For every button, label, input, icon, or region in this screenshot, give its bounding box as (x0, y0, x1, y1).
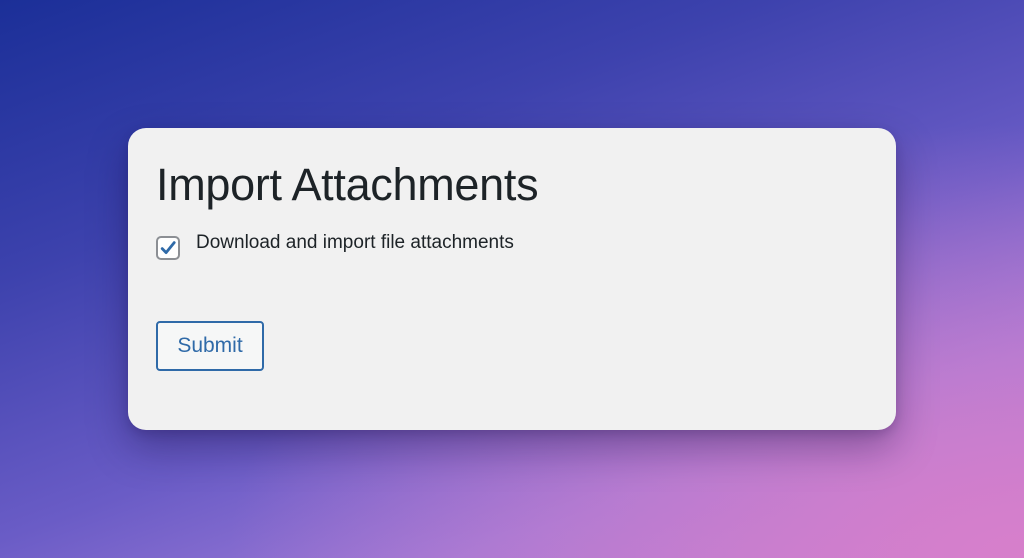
import-attachments-card: Import Attachments Download and import f… (128, 128, 896, 430)
checkbox-label[interactable]: Download and import file attachments (196, 232, 514, 254)
import-attachments-checkbox[interactable] (156, 236, 180, 260)
submit-button[interactable]: Submit (156, 321, 264, 371)
import-attachments-option: Download and import file attachments (156, 232, 514, 260)
page-title: Import Attachments (156, 159, 539, 210)
checkmark-icon (160, 241, 176, 254)
